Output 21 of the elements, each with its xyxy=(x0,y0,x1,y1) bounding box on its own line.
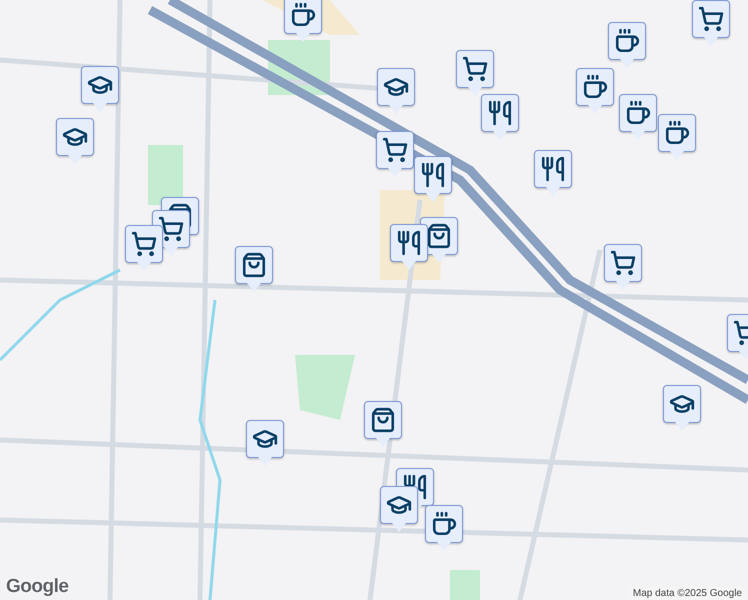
coffee-cup-icon xyxy=(614,28,640,54)
fork-knife-icon xyxy=(540,156,566,182)
shopping-cart-icon xyxy=(610,250,636,276)
coffee-cup-icon xyxy=(625,100,651,126)
shopping-cart-icon xyxy=(382,137,408,163)
fork-knife-icon xyxy=(402,474,428,500)
coffee-cup-icon xyxy=(664,120,690,146)
shopping-bag-icon xyxy=(241,252,267,278)
shopping-cart-icon xyxy=(698,6,724,32)
google-logo[interactable]: Google xyxy=(6,576,68,598)
coffee-cup-icon xyxy=(290,2,316,28)
shopping-cart-icon xyxy=(131,231,157,257)
shopping-bag-icon xyxy=(370,407,396,433)
shopping-bag-icon xyxy=(426,223,452,249)
shopping-cart-icon xyxy=(158,216,184,242)
coffee-cup-icon xyxy=(431,511,457,537)
fork-knife-icon xyxy=(487,100,513,126)
coffee-cup-icon xyxy=(582,74,608,100)
shopping-cart-icon xyxy=(462,56,488,82)
fork-knife-icon xyxy=(396,230,422,256)
fork-knife-icon xyxy=(420,162,446,188)
